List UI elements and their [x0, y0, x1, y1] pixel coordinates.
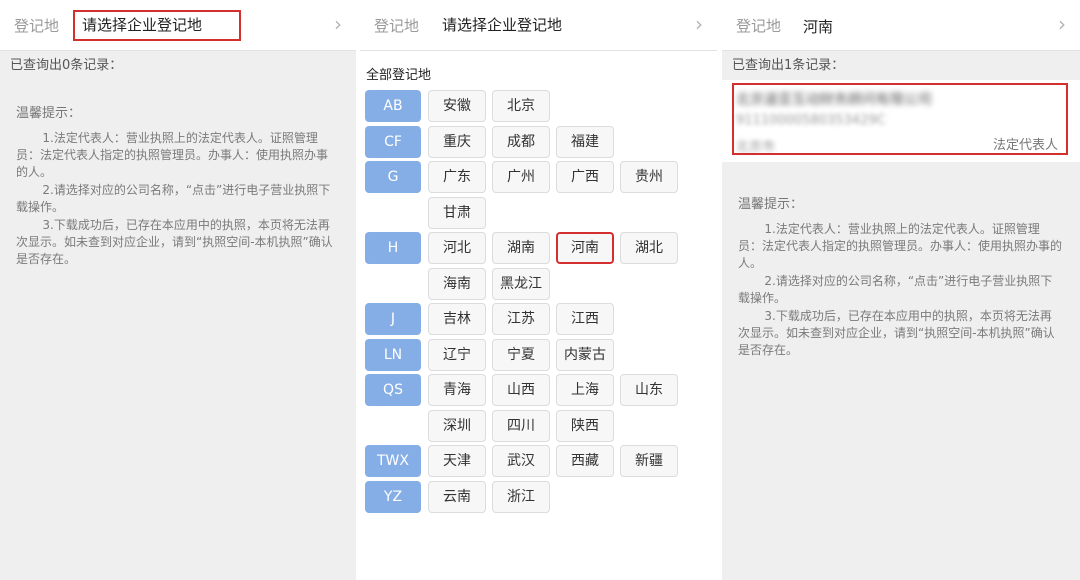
province-button[interactable]: 陕西 — [556, 409, 614, 442]
tips-section: 温馨提示： 1.法定代表人：营业执照上的法定代表人。证照管理员：法定代表人指定的… — [738, 196, 1062, 360]
tips-title: 温馨提示： — [16, 106, 82, 121]
tips-title: 温馨提示： — [738, 197, 804, 212]
record-count: 已查询出1条记录： — [732, 58, 845, 73]
tip-item: 2.请选择对应的公司名称，“点击”进行电子营业执照下载操作。 — [16, 183, 331, 214]
province-button[interactable]: 成都 — [492, 125, 550, 158]
province-button[interactable]: 吉林 — [428, 303, 486, 335]
province-button[interactable]: 青海 — [428, 374, 486, 406]
panel-region-picker: 登记地 请选择企业登记地 › 全部登记地 AB 安徽 北京 CF 重庆 成都 福建 G 广东 广州… — [360, 0, 717, 580]
province-button[interactable]: 武汉 — [492, 445, 550, 477]
province-button[interactable]: 辽宁 — [428, 338, 486, 371]
letter-group-g: G — [365, 161, 421, 193]
province-button[interactable]: 河北 — [428, 232, 486, 264]
tip-item: 3.下载成功后，已存在本应用中的执照，本页将无法再次显示。如未查到对应企业，请到… — [738, 309, 1055, 357]
province-button[interactable]: 湖北 — [620, 232, 678, 264]
province-button[interactable]: 云南 — [428, 480, 486, 513]
province-button[interactable]: 福建 — [556, 125, 614, 158]
province-button[interactable]: 湖南 — [492, 232, 550, 264]
chevron-right-icon[interactable]: › — [695, 12, 703, 36]
tip-item: 1.法定代表人：营业执照上的法定代表人。证照管理员：法定代表人指定的执照管理员。… — [16, 131, 329, 179]
record-count: 已查询出0条记录： — [10, 58, 123, 73]
region-label: 登记地 — [374, 17, 420, 35]
panel-one-result: 登记地 河南 › 已查询出1条记录： 北京道亚互动财务顾问有限公司 911100… — [722, 0, 1080, 580]
province-button[interactable]: 江西 — [556, 303, 614, 335]
letter-group-twx: TWX — [365, 445, 421, 477]
letter-group-ln: LN — [365, 338, 421, 371]
region-label: 登记地 — [736, 17, 782, 35]
province-button[interactable]: 浙江 — [492, 480, 550, 513]
tip-item: 1.法定代表人：营业执照上的法定代表人。证照管理员：法定代表人指定的执照管理员。… — [738, 222, 1063, 270]
province-button[interactable]: 西藏 — [556, 445, 614, 477]
tip-item: 2.请选择对应的公司名称，“点击”进行电子营业执照下载操作。 — [738, 274, 1053, 305]
region-selector-header[interactable]: 登记地 请选择企业登记地 › — [360, 0, 717, 51]
province-button[interactable]: 黑龙江 — [492, 267, 550, 300]
region-value[interactable]: 请选择企业登记地 — [442, 14, 562, 35]
province-button[interactable]: 广东 — [428, 161, 486, 193]
province-button[interactable]: 广西 — [556, 161, 614, 193]
letter-group-cf: CF — [365, 125, 421, 158]
province-button[interactable]: 安徽 — [428, 90, 486, 122]
province-button[interactable]: 宁夏 — [492, 338, 550, 371]
tip-item: 3.下载成功后，已存在本应用中的执照，本页将无法再次显示。如未查到对应企业，请到… — [16, 218, 333, 266]
province-button[interactable]: 江苏 — [492, 303, 550, 335]
region-value[interactable]: 河南 — [803, 16, 833, 37]
province-button-selected[interactable]: 河南 — [556, 232, 614, 264]
chevron-right-icon[interactable]: › — [334, 12, 342, 36]
province-button[interactable]: 山东 — [620, 374, 678, 406]
panel-empty-result: 登记地 请选择企业登记地 › 已查询出0条记录： 温馨提示： 1.法定代表人：营… — [0, 0, 356, 580]
all-regions-label: 全部登记地 — [366, 68, 432, 83]
chevron-right-icon[interactable]: › — [1058, 12, 1066, 36]
province-button[interactable]: 广州 — [492, 161, 550, 193]
letter-group-qs: QS — [365, 374, 421, 406]
letter-group-yz: YZ — [365, 480, 421, 513]
province-button[interactable]: 山西 — [492, 374, 550, 406]
province-button[interactable]: 重庆 — [428, 125, 486, 158]
province-button[interactable]: 北京 — [492, 90, 550, 122]
highlight-box — [732, 83, 1068, 155]
letter-group-h: H — [365, 232, 421, 264]
province-button[interactable]: 深圳 — [428, 409, 486, 442]
province-button[interactable]: 新疆 — [620, 445, 678, 477]
letter-group-j: J — [365, 303, 421, 335]
province-button[interactable]: 贵州 — [620, 161, 678, 193]
province-button[interactable]: 海南 — [428, 267, 486, 300]
province-button[interactable]: 甘肃 — [428, 196, 486, 229]
highlight-box — [73, 10, 241, 41]
province-button[interactable]: 内蒙古 — [556, 338, 614, 371]
province-button[interactable]: 上海 — [556, 374, 614, 406]
region-label: 登记地 — [14, 17, 60, 35]
letter-group-ab: AB — [365, 90, 421, 122]
province-button[interactable]: 天津 — [428, 445, 486, 477]
region-selector-header[interactable]: 登记地 河南 › — [722, 0, 1080, 51]
tips-section: 温馨提示： 1.法定代表人：营业执照上的法定代表人。证照管理员：法定代表人指定的… — [16, 105, 338, 269]
province-button[interactable]: 四川 — [492, 409, 550, 442]
